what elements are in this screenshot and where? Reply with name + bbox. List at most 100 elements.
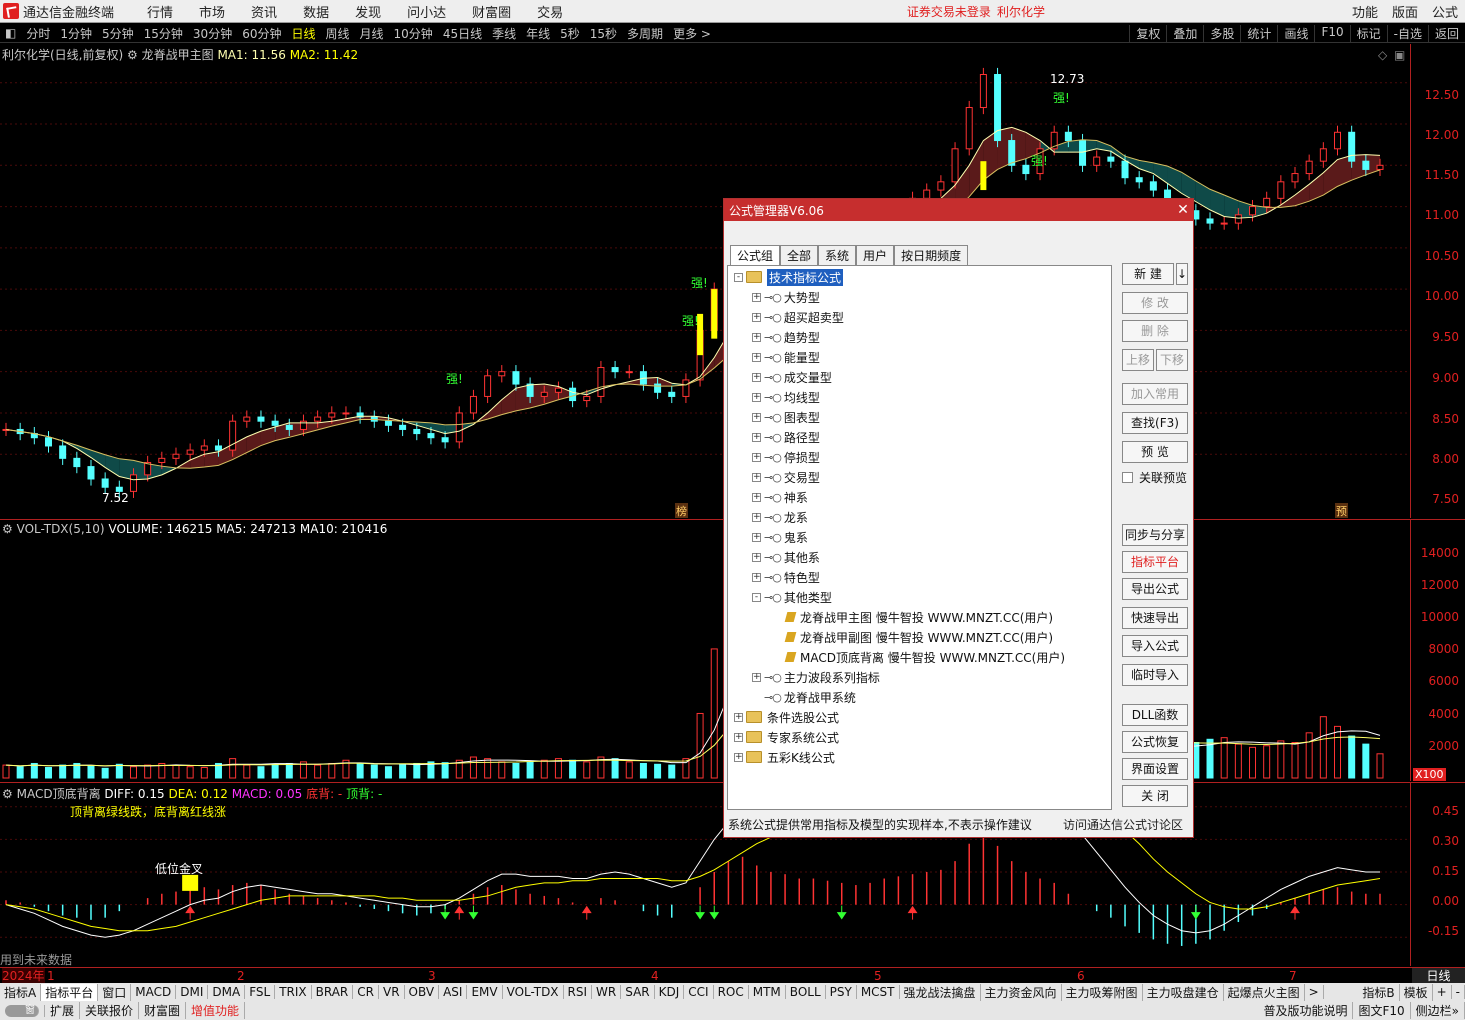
tab-vol-tdx[interactable]: VOL-TDX bbox=[503, 985, 564, 999]
find-button[interactable]: 查找(F3) bbox=[1122, 412, 1188, 434]
indicator-gear-icon[interactable]: ⚙ bbox=[127, 48, 138, 62]
panel-maximize-icon[interactable]: ▣ bbox=[1394, 48, 1405, 62]
temp-import-button[interactable]: 临时导入 bbox=[1122, 664, 1188, 686]
panel-diamond-icon[interactable]: ◇ bbox=[1378, 48, 1387, 62]
period-more[interactable]: 更多 > bbox=[668, 25, 716, 42]
menu-item-gongshi[interactable]: 公式 bbox=[1432, 2, 1458, 21]
tab-kdj[interactable]: KDJ bbox=[655, 985, 685, 999]
expand-icon[interactable]: + bbox=[752, 672, 761, 682]
period-5sec[interactable]: 5秒 bbox=[555, 25, 585, 42]
tab-scroll-right-icon[interactable]: > bbox=[1305, 985, 1324, 999]
tool-biaoji[interactable]: 标记 bbox=[1349, 24, 1387, 42]
period-30min[interactable]: 30分钟 bbox=[188, 25, 237, 42]
move-down-button[interactable]: 下移 bbox=[1156, 349, 1188, 371]
tab-ignition[interactable]: 起爆点火主图 bbox=[1224, 983, 1305, 1001]
tree-category[interactable]: + ⊸○ 龙系 bbox=[752, 508, 808, 526]
tab-linked-quote[interactable]: 关联报价 bbox=[80, 1002, 140, 1019]
tree-category[interactable]: - ⊸○ 其他类型 bbox=[752, 588, 832, 606]
new-formula-button[interactable]: 新 建 bbox=[1122, 263, 1174, 285]
tool-fanhui[interactable]: 返回 bbox=[1427, 24, 1465, 42]
volume-gear-icon[interactable]: ⚙ bbox=[2, 522, 13, 536]
period-45day[interactable]: 45日线 bbox=[438, 25, 487, 42]
menu-item-hangqing[interactable]: 行情 bbox=[147, 2, 173, 21]
link-preview-checkbox[interactable]: 关联预览 bbox=[1122, 469, 1187, 486]
tab-roc[interactable]: ROC bbox=[714, 985, 749, 999]
sync-share-button[interactable]: 同步与分享 bbox=[1122, 524, 1188, 546]
macd-gear-icon[interactable]: ⚙ bbox=[2, 787, 13, 801]
tab-cci[interactable]: CCI bbox=[684, 985, 714, 999]
period-multi[interactable]: 多周期 bbox=[622, 25, 668, 42]
tab-user[interactable]: 用户 bbox=[856, 245, 895, 265]
expand-icon[interactable]: + bbox=[734, 752, 743, 762]
expand-icon[interactable]: + bbox=[752, 372, 761, 382]
move-up-button[interactable]: 上移 bbox=[1122, 349, 1154, 371]
sidebar-toggle-icon[interactable]: ◧ bbox=[0, 26, 21, 40]
tab-all[interactable]: 全部 bbox=[780, 245, 819, 265]
tree-category[interactable]: + ⊸○ 停损型 bbox=[752, 448, 820, 466]
expand-icon[interactable]: + bbox=[752, 292, 761, 302]
tree-root-folder[interactable]: + 条件选股公式 bbox=[734, 708, 839, 726]
period-15sec[interactable]: 15秒 bbox=[585, 25, 622, 42]
tree-category[interactable]: + ⊸○ 主力波段系列指标 bbox=[752, 668, 880, 686]
tree-formula[interactable]: 龙脊战甲副图 慢牛智投 WWW.MNZT.CC(用户) bbox=[774, 628, 1053, 646]
tab-fsl[interactable]: FSL bbox=[245, 985, 276, 999]
close-icon[interactable]: ✕ bbox=[1173, 202, 1193, 218]
delete-button[interactable]: 删 除 bbox=[1122, 320, 1188, 342]
tab-value-added[interactable]: 增值功能 bbox=[186, 1002, 246, 1019]
tree-category[interactable]: + ⊸○ 交易型 bbox=[752, 468, 820, 486]
tool-f10[interactable]: F10 bbox=[1314, 24, 1349, 42]
tree-category[interactable]: + ⊸○ 神系 bbox=[752, 488, 808, 506]
macd-indicator-name[interactable]: MACD顶底背离 bbox=[17, 787, 101, 801]
period-fenshi[interactable]: 分时 bbox=[21, 25, 55, 42]
import-formula-button[interactable]: 导入公式 bbox=[1122, 635, 1188, 657]
menu-item-caifuquan[interactable]: 财富圈 bbox=[472, 2, 511, 21]
tree-category[interactable]: + ⊸○ 鬼系 bbox=[752, 528, 808, 546]
menu-item-zixun[interactable]: 资讯 bbox=[251, 2, 277, 21]
tab-obv[interactable]: OBV bbox=[405, 985, 440, 999]
period-daily[interactable]: 日线 bbox=[286, 25, 320, 42]
tool-diejia[interactable]: 叠加 bbox=[1166, 24, 1203, 42]
tree-formula[interactable]: MACD顶底背离 慢牛智投 WWW.MNZT.CC(用户) bbox=[774, 648, 1065, 666]
tree-category[interactable]: + ⊸○ 特色型 bbox=[752, 568, 820, 586]
formula-forum-link[interactable]: 访问通达信公式讨论区 bbox=[1063, 816, 1183, 833]
tree-category[interactable]: + ⊸○ 路径型 bbox=[752, 428, 820, 446]
tab-formula-group[interactable]: 公式组 bbox=[730, 245, 781, 265]
tree-category[interactable]: + ⊸○ 超买超卖型 bbox=[752, 308, 844, 326]
tree-category[interactable]: + ⊸○ 图表型 bbox=[752, 408, 820, 426]
basic-edition-info[interactable]: 普及版功能说明 bbox=[1258, 1002, 1354, 1019]
tool-zixuan[interactable]: -自选 bbox=[1386, 24, 1428, 42]
tool-duogu[interactable]: 多股 bbox=[1203, 24, 1240, 42]
expand-icon[interactable]: + bbox=[752, 472, 761, 482]
expand-icon[interactable]: + bbox=[752, 452, 761, 462]
f10-button[interactable]: 图文F10 bbox=[1353, 1002, 1411, 1019]
preview-button[interactable]: 预 览 bbox=[1122, 441, 1188, 463]
tree-category[interactable]: + ⊸○ 其他系 bbox=[752, 548, 820, 566]
expand-icon[interactable]: + bbox=[752, 492, 761, 502]
add-common-button[interactable]: 加入常用 bbox=[1122, 383, 1188, 405]
tree-formula[interactable]: 龙脊战甲主图 慢牛智投 WWW.MNZT.CC(用户) bbox=[774, 608, 1053, 626]
menu-item-banmian[interactable]: 版面 bbox=[1392, 2, 1418, 21]
expand-icon[interactable]: + bbox=[734, 712, 743, 722]
tree-category[interactable]: + ⊸○ 能量型 bbox=[752, 348, 820, 366]
tree-root-folder[interactable]: + 五彩K线公式 bbox=[734, 748, 835, 766]
close-button[interactable]: 关 闭 bbox=[1122, 785, 1188, 807]
tool-huaxian[interactable]: 画线 bbox=[1277, 24, 1314, 42]
tab-extend[interactable]: 扩展 bbox=[45, 1002, 81, 1019]
tab-template[interactable]: 模板 bbox=[1400, 983, 1433, 1001]
menu-item-wenxiaoda[interactable]: 问小达 bbox=[407, 2, 446, 21]
menu-item-faxian[interactable]: 发现 bbox=[355, 2, 381, 21]
tab-boll[interactable]: BOLL bbox=[786, 985, 826, 999]
period-10min[interactable]: 10分钟 bbox=[389, 25, 438, 42]
tab-main-absorb[interactable]: 主力吸筹附图 bbox=[1062, 983, 1143, 1001]
menu-item-gongneng[interactable]: 功能 bbox=[1352, 2, 1378, 21]
menu-item-shuju[interactable]: 数据 bbox=[303, 2, 329, 21]
tab-sar[interactable]: SAR bbox=[621, 985, 655, 999]
tree-category[interactable]: + ⊸○ 成交量型 bbox=[752, 368, 832, 386]
login-notice[interactable]: 证券交易未登录 bbox=[907, 3, 991, 20]
tab-indicator-a[interactable]: 指标A bbox=[0, 983, 42, 1001]
main-indicator-name[interactable]: 龙脊战甲主图 bbox=[142, 48, 214, 62]
ui-settings-button[interactable]: 界面设置 bbox=[1122, 758, 1188, 780]
yu-badge[interactable]: 预 bbox=[1335, 503, 1348, 518]
tab-dmi[interactable]: DMI bbox=[176, 985, 209, 999]
period-year[interactable]: 年线 bbox=[521, 25, 555, 42]
